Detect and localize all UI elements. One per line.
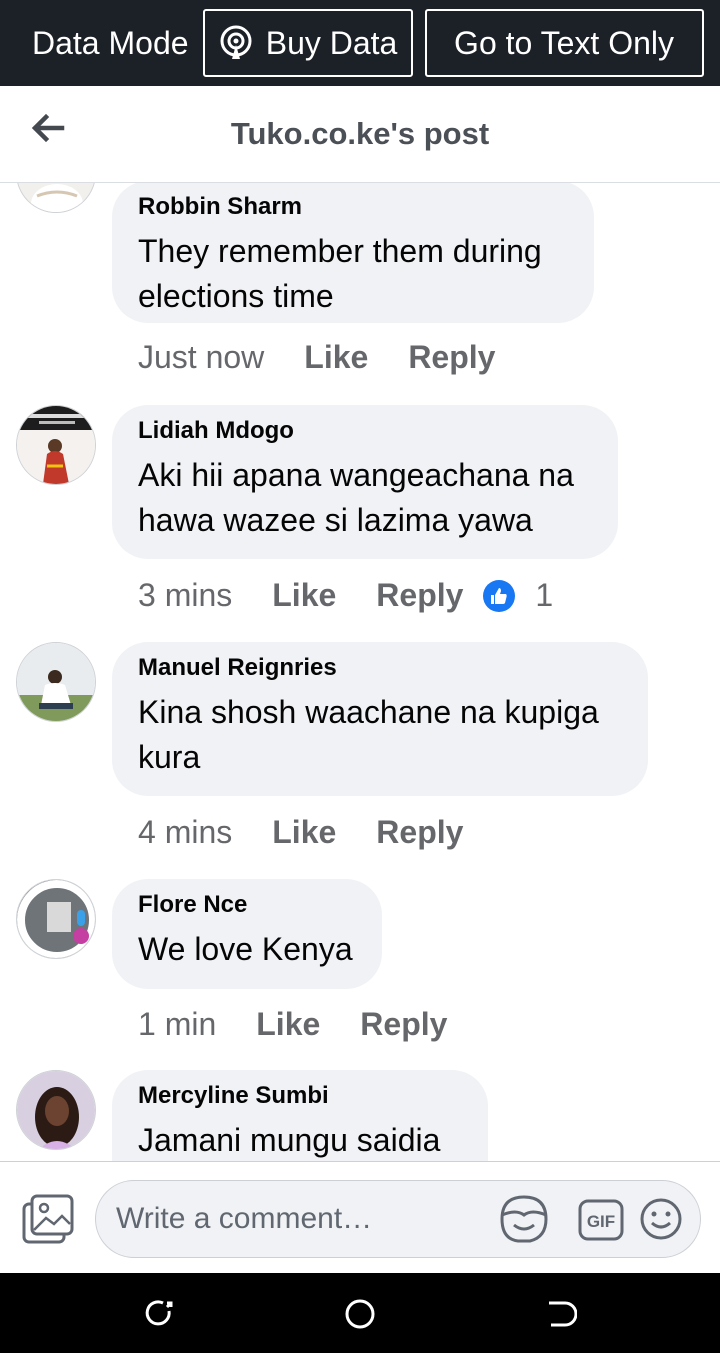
text-only-label: Go to Text Only (454, 24, 674, 61)
comment-bubble[interactable]: Lidiah Mdogo Aki hii apana wangeachana n… (112, 405, 618, 559)
comment-time[interactable]: 1 min (138, 1006, 216, 1043)
comments-list: Robbin Sharm They remember them during e… (0, 183, 720, 1161)
like-button[interactable]: Like (272, 814, 336, 851)
data-mode-bar: Data Mode Buy Data Go to Text Only (0, 0, 720, 86)
commenter-name[interactable]: Mercyline Sumbi (138, 1084, 462, 1108)
reply-button[interactable]: Reply (376, 814, 463, 851)
comment-composer: GIF (0, 1161, 720, 1273)
system-nav-bar (0, 1273, 720, 1353)
page-title: Tuko.co.ke's post (230, 116, 490, 151)
comment-actions: 1 min Like Reply (138, 1006, 447, 1043)
like-button[interactable]: Like (304, 339, 368, 376)
broadcast-icon (220, 25, 252, 59)
reaction-count[interactable]: 1 (535, 577, 553, 614)
avatar[interactable] (16, 642, 96, 722)
comment-text: Jamani mungu saidia (138, 1122, 441, 1158)
commenter-name[interactable]: Lidiah Mdogo (138, 419, 592, 443)
comment-time[interactable]: 4 mins (138, 814, 232, 851)
comment-time[interactable]: Just now (138, 339, 264, 376)
back-icon[interactable] (543, 1297, 577, 1331)
reply-button[interactable]: Reply (408, 339, 495, 376)
text-only-button[interactable]: Go to Text Only (424, 9, 704, 77)
svg-text:GIF: GIF (587, 1212, 615, 1231)
comment-bubble[interactable]: Flore Nce We love Kenya (112, 879, 382, 989)
gif-icon[interactable]: GIF (578, 1199, 624, 1241)
comment-actions: 3 mins Like Reply 1 (138, 577, 553, 614)
commenter-name[interactable]: Robbin Sharm (138, 195, 568, 219)
sticker-icon[interactable] (498, 1193, 550, 1245)
comment-text: We love Kenya (138, 931, 353, 967)
avatar[interactable] (16, 1070, 96, 1150)
avatar[interactable] (16, 879, 96, 959)
comment-input[interactable] (116, 1181, 496, 1257)
buy-data-button[interactable]: Buy Data (202, 9, 413, 77)
comment-text: Kina shosh waachane na kupiga kura (138, 694, 599, 775)
comment-bubble[interactable]: Mercyline Sumbi Jamani mungu saidia (112, 1070, 488, 1161)
comment-actions: Just now Like Reply (138, 339, 495, 376)
comment-actions: 4 mins Like Reply (138, 814, 463, 851)
comment-text: Aki hii apana wangeachana na hawa wazee … (138, 457, 574, 538)
comment-time[interactable]: 3 mins (138, 577, 232, 614)
commenter-name[interactable]: Flore Nce (138, 893, 356, 917)
emoji-icon[interactable] (639, 1197, 683, 1241)
avatar[interactable] (16, 183, 96, 213)
post-header: Tuko.co.ke's post (0, 86, 720, 183)
data-mode-label: Data Mode (32, 24, 189, 61)
recent-apps-icon[interactable] (143, 1297, 177, 1331)
reply-button[interactable]: Reply (360, 1006, 447, 1043)
comment-input-field[interactable]: GIF (95, 1180, 701, 1258)
photo-icon[interactable] (22, 1194, 74, 1244)
avatar[interactable] (16, 405, 96, 485)
like-button[interactable]: Like (272, 577, 336, 614)
comment-bubble[interactable]: Manuel Reignries Kina shosh waachane na … (112, 642, 648, 796)
like-button[interactable]: Like (256, 1006, 320, 1043)
thumbs-up-icon[interactable] (483, 579, 516, 612)
home-icon[interactable] (343, 1297, 377, 1331)
buy-data-label: Buy Data (265, 24, 398, 61)
comment-text: They remember them during elections time (138, 233, 542, 314)
commenter-name[interactable]: Manuel Reignries (138, 656, 622, 680)
reply-button[interactable]: Reply (376, 577, 463, 614)
comment-bubble[interactable]: Robbin Sharm They remember them during e… (112, 183, 594, 323)
